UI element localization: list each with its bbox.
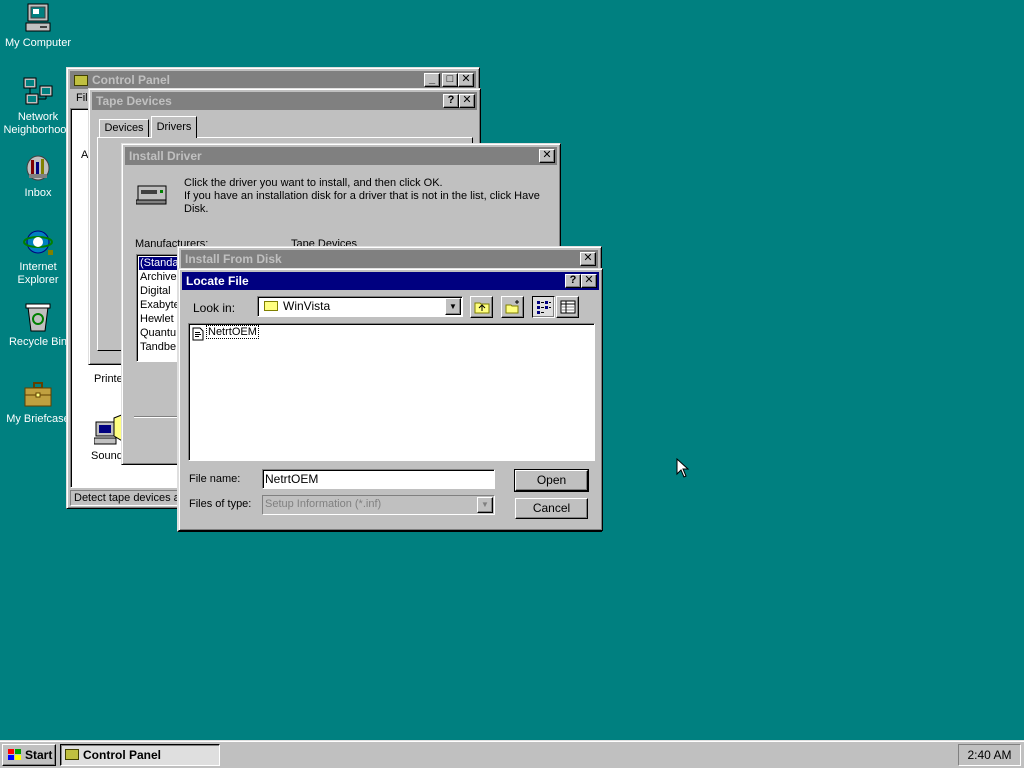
tape-devices-titlebar[interactable]: Tape Devices ? ✕: [92, 92, 477, 110]
locate-file-titlebar[interactable]: Locate File ? ✕: [182, 272, 599, 290]
cancel-button-label: Cancel: [532, 501, 571, 515]
file-name-value: NetrtOEM: [265, 472, 319, 486]
help-button[interactable]: ?: [443, 94, 459, 108]
desktop-icon-label: Explorer: [17, 274, 59, 286]
minimize-button[interactable]: _: [424, 73, 440, 87]
desktop-icon-label: Network: [17, 111, 59, 123]
desktop-icon-label: Neighborhood: [3, 124, 73, 136]
folder-icon: [74, 75, 88, 86]
files-of-type-dropdown[interactable]: Setup Information (*.inf) ▼: [262, 495, 495, 515]
file-item[interactable]: NetrtOEM: [191, 325, 261, 342]
inbox-icon: [22, 152, 54, 184]
file-item-label: NetrtOEM: [206, 325, 259, 339]
computer-icon: [22, 2, 54, 34]
list-item[interactable]: Exabyte: [140, 299, 180, 311]
ie-icon: [22, 226, 54, 258]
tape-drive-icon: [136, 185, 167, 205]
desktop-icon-label: My Briefcase: [6, 413, 70, 425]
window-title: Tape Devices: [96, 94, 172, 108]
close-button[interactable]: ✕: [458, 73, 474, 87]
desktop-icon-label: Recycle Bin: [8, 336, 68, 348]
close-button[interactable]: ✕: [580, 252, 596, 266]
tab-drivers[interactable]: Drivers: [151, 116, 197, 138]
taskbar: Start Control Panel 2:40 AM: [0, 740, 1024, 768]
taskbar-item-control-panel[interactable]: Control Panel: [60, 744, 220, 766]
folder-up-icon: [474, 302, 490, 314]
look-in-label: Look in:: [193, 301, 236, 315]
network-icon: [22, 76, 54, 108]
tab-devices[interactable]: Devices: [99, 119, 149, 138]
tab-label: Devices: [104, 122, 144, 134]
desktop-icon-network-neighborhood[interactable]: Network Neighborhood: [0, 76, 76, 137]
desktop-icon-my-briefcase[interactable]: My Briefcase: [0, 378, 76, 426]
desktop-icon-label: My Computer: [4, 37, 72, 49]
look-in-value: WinVista: [283, 299, 331, 313]
instruction-text: Disk.: [184, 203, 209, 215]
recycle-bin-icon: [22, 301, 54, 333]
file-name-input[interactable]: NetrtOEM: [262, 469, 495, 489]
tab-label: Drivers: [156, 121, 192, 133]
inf-file-icon: [192, 327, 204, 341]
briefcase-icon: [22, 378, 54, 410]
window-title: Install From Disk: [185, 252, 282, 266]
install-from-disk-titlebar[interactable]: Install From Disk ✕: [181, 250, 598, 268]
list-view-icon: [537, 301, 551, 314]
new-folder-button[interactable]: [501, 296, 524, 318]
open-button[interactable]: Open: [514, 469, 589, 492]
files-of-type-value: Setup Information (*.inf): [265, 498, 382, 510]
clock[interactable]: 2:40 AM: [967, 748, 1011, 762]
close-button[interactable]: ✕: [459, 94, 475, 108]
maximize-button[interactable]: □: [442, 73, 458, 87]
taskbar-item-label: Control Panel: [83, 748, 162, 762]
control-panel-titlebar[interactable]: Control Panel _ □ ✕: [70, 71, 476, 89]
open-button-label: Open: [536, 473, 567, 487]
chevron-down-icon[interactable]: ▼: [477, 497, 493, 513]
window-title: Control Panel: [92, 73, 171, 87]
desktop-icon-internet-explorer[interactable]: Internet Explorer: [0, 226, 76, 287]
windows-logo-icon: [8, 749, 21, 760]
list-item[interactable]: Tandbe: [140, 341, 176, 353]
new-folder-icon: [505, 300, 519, 314]
look-in-dropdown[interactable]: WinVista ▼: [257, 296, 463, 317]
desktop-icon-my-computer[interactable]: My Computer: [0, 2, 76, 50]
folder-icon: [264, 301, 278, 311]
start-button[interactable]: Start: [2, 744, 56, 766]
file-list[interactable]: NetrtOEM: [188, 323, 595, 461]
window-title: Locate File: [186, 274, 249, 288]
desktop-icon-recycle-bin[interactable]: Recycle Bin: [0, 301, 76, 349]
item-label: Sound: [91, 450, 123, 462]
list-item[interactable]: Quantu: [140, 327, 176, 339]
window-title: Install Driver: [129, 149, 202, 163]
folder-icon: [65, 749, 79, 760]
details-view-icon: [560, 300, 576, 314]
files-of-type-label: Files of type:: [189, 498, 252, 510]
file-name-label: File name:: [189, 473, 241, 485]
mouse-cursor-icon: [676, 458, 690, 478]
chevron-down-icon[interactable]: ▼: [445, 298, 461, 315]
start-label: Start: [25, 748, 53, 762]
desktop-icon-label: Internet: [19, 261, 57, 273]
install-driver-titlebar[interactable]: Install Driver ✕: [125, 147, 557, 165]
locate-file-dialog: Locate File ? ✕ Look in: WinVista ▼ Netr…: [178, 268, 603, 531]
manufacturers-list[interactable]: (Standa Archive Digital Exabyte Hewlet Q…: [136, 254, 182, 362]
list-item[interactable]: Archive: [140, 271, 177, 283]
list-view-button[interactable]: [532, 296, 555, 318]
list-item[interactable]: Hewlet: [140, 313, 174, 325]
instruction-text: If you have an installation disk for a d…: [184, 190, 540, 202]
menu-file[interactable]: Fil: [76, 92, 88, 104]
desktop-icon-label: Inbox: [24, 187, 52, 199]
up-one-level-button[interactable]: [470, 296, 493, 318]
system-tray: 2:40 AM: [958, 744, 1021, 766]
close-button[interactable]: ✕: [581, 274, 597, 288]
details-view-button[interactable]: [556, 296, 579, 318]
list-item[interactable]: (Standa: [139, 257, 181, 270]
cancel-button[interactable]: Cancel: [515, 498, 588, 519]
desktop-icon-inbox[interactable]: Inbox: [0, 152, 76, 200]
list-item[interactable]: Digital: [140, 285, 171, 297]
close-button[interactable]: ✕: [539, 149, 555, 163]
help-button[interactable]: ?: [565, 274, 581, 288]
instruction-text: Click the driver you want to install, an…: [184, 177, 443, 189]
status-text: Detect tape devices a: [74, 492, 180, 504]
